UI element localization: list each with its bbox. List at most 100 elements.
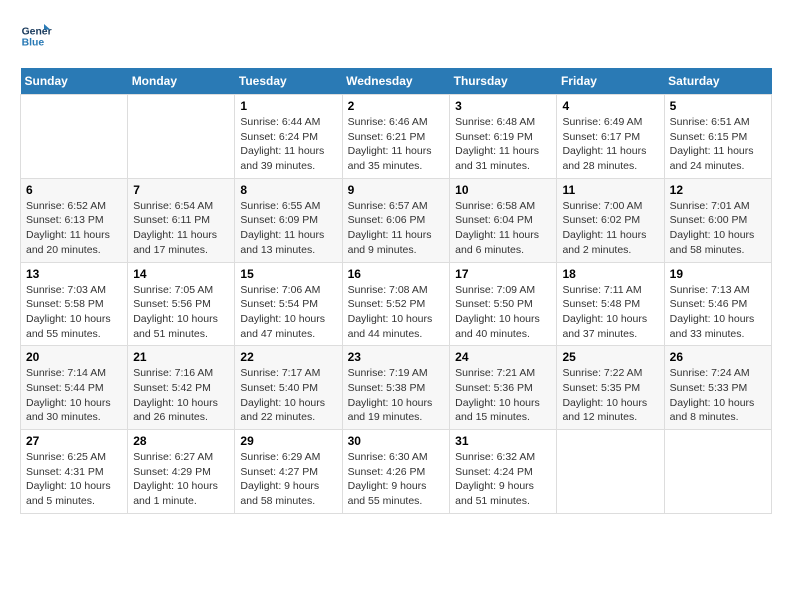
day-number: 7 (133, 183, 229, 197)
day-content: Sunrise: 7:09 AM Sunset: 5:50 PM Dayligh… (455, 283, 551, 342)
day-number: 28 (133, 434, 229, 448)
day-content: Sunrise: 6:48 AM Sunset: 6:19 PM Dayligh… (455, 115, 551, 174)
day-number: 30 (348, 434, 445, 448)
day-content: Sunrise: 6:32 AM Sunset: 4:24 PM Dayligh… (455, 450, 551, 509)
day-cell: 8Sunrise: 6:55 AM Sunset: 6:09 PM Daylig… (235, 178, 342, 262)
day-number: 16 (348, 267, 445, 281)
day-content: Sunrise: 7:06 AM Sunset: 5:54 PM Dayligh… (240, 283, 336, 342)
day-content: Sunrise: 6:54 AM Sunset: 6:11 PM Dayligh… (133, 199, 229, 258)
week-row-5: 27 Sunrise: 6:25 AM Sunset: 4:31 PM Dayli… (21, 430, 772, 514)
day-cell: 15 Sunrise: 7:06 AM Sunset: 5:54 PM Dayli… (235, 262, 342, 346)
day-cell: 7 Sunrise: 6:54 AM Sunset: 6:11 PM Daylig… (128, 178, 235, 262)
day-content: Sunrise: 6:51 AM Sunset: 6:15 PM Dayligh… (670, 115, 766, 174)
logo-icon: General Blue (20, 20, 52, 52)
week-row-4: 20Sunrise: 7:14 AM Sunset: 5:44 PM Dayli… (21, 346, 772, 430)
day-number: 21 (133, 350, 229, 364)
day-cell: 17 Sunrise: 7:09 AM Sunset: 5:50 PM Dayli… (450, 262, 557, 346)
logo: General Blue (20, 20, 52, 52)
day-number: 12 (670, 183, 766, 197)
day-cell: 30 Sunrise: 6:30 AM Sunset: 4:26 PM Dayli… (342, 430, 450, 514)
day-number: 24 (455, 350, 551, 364)
day-cell: 27 Sunrise: 6:25 AM Sunset: 4:31 PM Dayli… (21, 430, 128, 514)
day-content: Sunrise: 7:17 AM Sunset: 5:40 PM Dayligh… (240, 366, 336, 425)
day-number: 6 (26, 183, 122, 197)
day-number: 17 (455, 267, 551, 281)
day-cell: 31 Sunrise: 6:32 AM Sunset: 4:24 PM Dayli… (450, 430, 557, 514)
col-header-thursday: Thursday (450, 68, 557, 95)
day-cell: 18 Sunrise: 7:11 AM Sunset: 5:48 PM Dayli… (557, 262, 664, 346)
day-number: 31 (455, 434, 551, 448)
day-cell: 23Sunrise: 7:19 AM Sunset: 5:38 PM Dayli… (342, 346, 450, 430)
day-cell: 24 Sunrise: 7:21 AM Sunset: 5:36 PM Dayli… (450, 346, 557, 430)
day-cell: 10 Sunrise: 6:58 AM Sunset: 6:04 PM Dayli… (450, 178, 557, 262)
day-number: 8 (240, 183, 336, 197)
day-cell (128, 95, 235, 179)
day-cell: 13 Sunrise: 7:03 AM Sunset: 5:58 PM Dayli… (21, 262, 128, 346)
day-number: 11 (562, 183, 658, 197)
day-number: 18 (562, 267, 658, 281)
day-cell: 6 Sunrise: 6:52 AM Sunset: 6:13 PM Daylig… (21, 178, 128, 262)
day-cell: 9 Sunrise: 6:57 AM Sunset: 6:06 PM Daylig… (342, 178, 450, 262)
day-content: Sunrise: 7:21 AM Sunset: 5:36 PM Dayligh… (455, 366, 551, 425)
col-header-sunday: Sunday (21, 68, 128, 95)
day-content: Sunrise: 6:25 AM Sunset: 4:31 PM Dayligh… (26, 450, 122, 509)
day-number: 25 (562, 350, 658, 364)
day-content: Sunrise: 7:05 AM Sunset: 5:56 PM Dayligh… (133, 283, 229, 342)
day-cell (557, 430, 664, 514)
day-cell (21, 95, 128, 179)
calendar-table: SundayMondayTuesdayWednesdayThursdayFrid… (20, 68, 772, 514)
week-row-2: 6 Sunrise: 6:52 AM Sunset: 6:13 PM Daylig… (21, 178, 772, 262)
day-number: 3 (455, 99, 551, 113)
day-content: Sunrise: 6:58 AM Sunset: 6:04 PM Dayligh… (455, 199, 551, 258)
col-header-tuesday: Tuesday (235, 68, 342, 95)
day-number: 29 (240, 434, 336, 448)
col-header-monday: Monday (128, 68, 235, 95)
day-cell: 28Sunrise: 6:27 AM Sunset: 4:29 PM Dayli… (128, 430, 235, 514)
day-content: Sunrise: 6:30 AM Sunset: 4:26 PM Dayligh… (348, 450, 445, 509)
day-cell: 12 Sunrise: 7:01 AM Sunset: 6:00 PM Dayli… (664, 178, 771, 262)
day-content: Sunrise: 6:52 AM Sunset: 6:13 PM Dayligh… (26, 199, 122, 258)
week-row-3: 13 Sunrise: 7:03 AM Sunset: 5:58 PM Dayli… (21, 262, 772, 346)
col-header-saturday: Saturday (664, 68, 771, 95)
day-number: 19 (670, 267, 766, 281)
day-cell: 14 Sunrise: 7:05 AM Sunset: 5:56 PM Dayli… (128, 262, 235, 346)
day-number: 4 (562, 99, 658, 113)
day-cell: 16 Sunrise: 7:08 AM Sunset: 5:52 PM Dayli… (342, 262, 450, 346)
day-content: Sunrise: 7:03 AM Sunset: 5:58 PM Dayligh… (26, 283, 122, 342)
day-content: Sunrise: 6:57 AM Sunset: 6:06 PM Dayligh… (348, 199, 445, 258)
day-number: 2 (348, 99, 445, 113)
day-content: Sunrise: 7:24 AM Sunset: 5:33 PM Dayligh… (670, 366, 766, 425)
day-cell: 3 Sunrise: 6:48 AM Sunset: 6:19 PM Daylig… (450, 95, 557, 179)
day-cell: 22 Sunrise: 7:17 AM Sunset: 5:40 PM Dayli… (235, 346, 342, 430)
day-number: 27 (26, 434, 122, 448)
day-content: Sunrise: 7:22 AM Sunset: 5:35 PM Dayligh… (562, 366, 658, 425)
day-number: 9 (348, 183, 445, 197)
day-number: 15 (240, 267, 336, 281)
day-number: 1 (240, 99, 336, 113)
day-number: 10 (455, 183, 551, 197)
day-cell: 20Sunrise: 7:14 AM Sunset: 5:44 PM Dayli… (21, 346, 128, 430)
day-content: Sunrise: 7:01 AM Sunset: 6:00 PM Dayligh… (670, 199, 766, 258)
day-content: Sunrise: 7:19 AM Sunset: 5:38 PM Dayligh… (348, 366, 445, 425)
day-cell: 21 Sunrise: 7:16 AM Sunset: 5:42 PM Dayli… (128, 346, 235, 430)
day-cell: 5 Sunrise: 6:51 AM Sunset: 6:15 PM Daylig… (664, 95, 771, 179)
day-cell: 29Sunrise: 6:29 AM Sunset: 4:27 PM Dayli… (235, 430, 342, 514)
day-number: 13 (26, 267, 122, 281)
header-row: SundayMondayTuesdayWednesdayThursdayFrid… (21, 68, 772, 95)
day-cell: 11Sunrise: 7:00 AM Sunset: 6:02 PM Dayli… (557, 178, 664, 262)
day-content: Sunrise: 7:08 AM Sunset: 5:52 PM Dayligh… (348, 283, 445, 342)
day-cell: 4Sunrise: 6:49 AM Sunset: 6:17 PM Daylig… (557, 95, 664, 179)
day-number: 22 (240, 350, 336, 364)
day-content: Sunrise: 7:16 AM Sunset: 5:42 PM Dayligh… (133, 366, 229, 425)
day-number: 14 (133, 267, 229, 281)
day-number: 20 (26, 350, 122, 364)
week-row-1: 1Sunrise: 6:44 AM Sunset: 6:24 PM Daylig… (21, 95, 772, 179)
day-cell: 26 Sunrise: 7:24 AM Sunset: 5:33 PM Dayli… (664, 346, 771, 430)
day-number: 5 (670, 99, 766, 113)
day-content: Sunrise: 7:11 AM Sunset: 5:48 PM Dayligh… (562, 283, 658, 342)
day-number: 26 (670, 350, 766, 364)
day-content: Sunrise: 6:46 AM Sunset: 6:21 PM Dayligh… (348, 115, 445, 174)
page-header: General Blue (20, 20, 772, 52)
day-cell: 2 Sunrise: 6:46 AM Sunset: 6:21 PM Daylig… (342, 95, 450, 179)
day-content: Sunrise: 7:13 AM Sunset: 5:46 PM Dayligh… (670, 283, 766, 342)
